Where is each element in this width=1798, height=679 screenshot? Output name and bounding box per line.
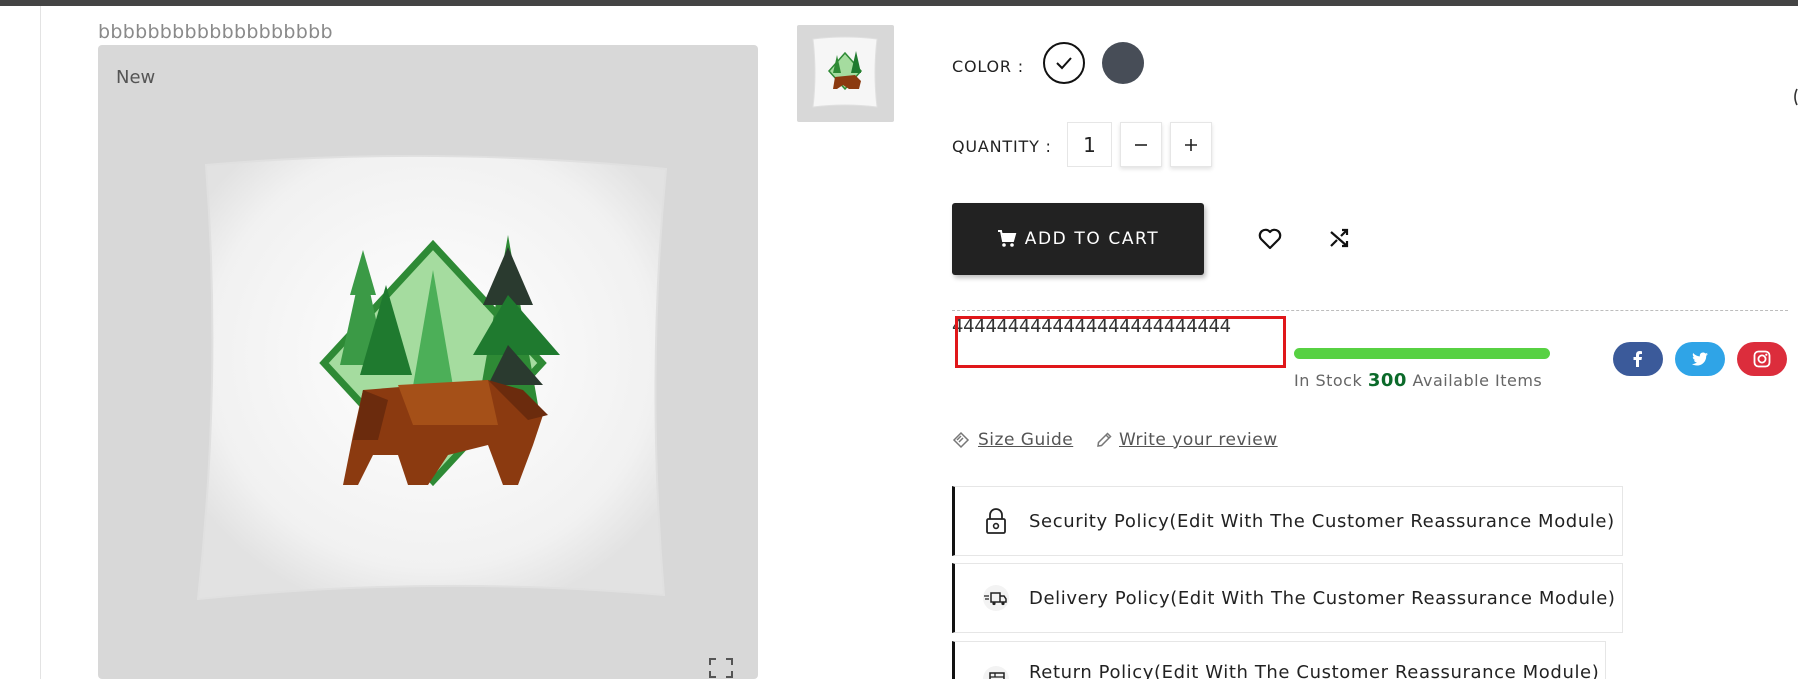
stock-progress-bar bbox=[1294, 348, 1550, 359]
delivery-policy-item: Delivery Policy(Edit With The Customer R… bbox=[952, 563, 1623, 633]
window-top-strip bbox=[0, 0, 1798, 6]
cart-icon bbox=[997, 230, 1017, 247]
lock-icon bbox=[977, 504, 1015, 538]
left-divider bbox=[40, 6, 41, 679]
edge-fragment-icon bbox=[1794, 88, 1798, 106]
minus-icon bbox=[1135, 143, 1147, 146]
delivery-truck-icon bbox=[977, 581, 1015, 615]
instagram-icon bbox=[1753, 350, 1771, 368]
product-name: bbbbbbbbbbbbbbbbbbb bbox=[98, 21, 333, 43]
twitter-icon bbox=[1692, 352, 1708, 366]
plus-icon bbox=[1185, 138, 1197, 151]
write-review-link[interactable]: Write your review bbox=[1095, 430, 1278, 450]
color-swatch-grey[interactable] bbox=[1102, 42, 1144, 84]
pencil-icon bbox=[1097, 432, 1112, 447]
add-to-cart-button[interactable]: ADD TO CART bbox=[952, 203, 1204, 275]
checkmark-icon bbox=[1056, 57, 1072, 70]
quantity-increment-button[interactable] bbox=[1170, 122, 1212, 167]
security-policy-label: Security Policy(Edit With The Customer R… bbox=[1029, 510, 1615, 532]
security-policy-item: Security Policy(Edit With The Customer R… bbox=[952, 486, 1623, 556]
return-package-icon bbox=[977, 662, 1015, 679]
section-divider bbox=[952, 310, 1788, 311]
stock-count: 300 bbox=[1367, 370, 1407, 391]
new-badge: New bbox=[116, 67, 156, 88]
pillow-thumbnail-icon bbox=[812, 36, 878, 108]
color-label: COLOR : bbox=[952, 57, 1024, 76]
write-review-label: Write your review bbox=[1119, 430, 1278, 450]
highlight-annotation-box bbox=[955, 316, 1286, 368]
color-swatch-white[interactable] bbox=[1043, 42, 1085, 84]
product-thumbnail[interactable] bbox=[797, 25, 894, 122]
twitter-share-button[interactable] bbox=[1675, 342, 1725, 376]
facebook-icon bbox=[1633, 351, 1642, 367]
size-guide-label: Size Guide bbox=[978, 430, 1074, 450]
return-policy-item: Return Policy(Edit With The Customer Rea… bbox=[952, 641, 1606, 679]
pillow-image bbox=[196, 155, 668, 601]
return-policy-label: Return Policy(Edit With The Customer Rea… bbox=[1029, 662, 1600, 679]
quantity-decrement-button[interactable] bbox=[1120, 122, 1162, 167]
ruler-icon bbox=[952, 431, 970, 449]
product-main-image[interactable]: New bbox=[98, 45, 758, 679]
heart-icon[interactable] bbox=[1257, 226, 1283, 252]
fullscreen-icon[interactable] bbox=[708, 657, 734, 679]
delivery-policy-label: Delivery Policy(Edit With The Customer R… bbox=[1029, 587, 1616, 609]
stock-prefix: In Stock bbox=[1294, 371, 1363, 390]
size-guide-link[interactable]: Size Guide bbox=[952, 430, 1073, 450]
facebook-share-button[interactable] bbox=[1613, 342, 1663, 376]
stock-suffix: Available Items bbox=[1412, 371, 1543, 390]
quantity-label: QUANTITY : bbox=[952, 137, 1052, 156]
quantity-input[interactable]: 1 bbox=[1067, 122, 1112, 167]
stock-availability: In Stock 300 Available Items bbox=[1294, 370, 1542, 391]
add-to-cart-label: ADD TO CART bbox=[1024, 229, 1160, 249]
instagram-share-button[interactable] bbox=[1737, 342, 1787, 376]
shuffle-icon[interactable] bbox=[1328, 227, 1352, 251]
